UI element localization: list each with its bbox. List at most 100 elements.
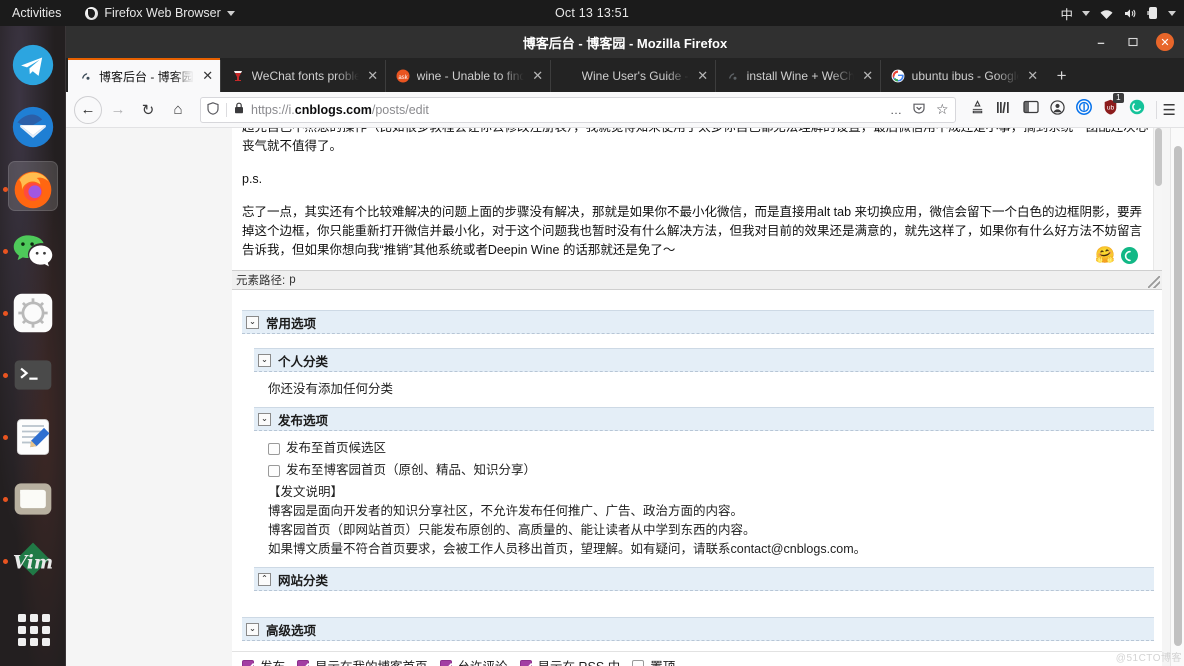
tab-close-icon[interactable]: ✕ — [1025, 68, 1041, 84]
dock-item-files[interactable] — [0, 468, 66, 530]
tab-strip: 博客后台 - 博客园 ✕ WeChat fonts proble ✕ ask w… — [66, 58, 1184, 92]
minimize-button[interactable]: – — [1092, 33, 1110, 51]
firefox-icon — [14, 171, 51, 209]
editor-scrollbar[interactable] — [1153, 128, 1162, 270]
maximize-button[interactable] — [1124, 33, 1142, 51]
tab-wine-users-guide[interactable]: Wine User's Guide - Win ✕ — [549, 60, 715, 92]
lock-icon[interactable] — [234, 102, 244, 117]
checkbox-pin-to-top[interactable] — [632, 659, 645, 666]
url-text[interactable]: https://i.cnblogs.com/posts/edit — [251, 103, 883, 117]
ublock-badge-count: 1 — [1113, 93, 1124, 103]
page-scrollbar-thumb[interactable] — [1174, 146, 1182, 646]
editor-scrollbar-thumb[interactable] — [1155, 128, 1162, 186]
section-common-options[interactable]: ⌄ 常用选项 — [242, 310, 1154, 334]
onepassword-icon[interactable] — [1075, 99, 1092, 120]
checkbox-label: 发布至博客园首页（原创、精品、知识分享） — [286, 463, 537, 477]
checkbox-cnblogs-home[interactable] — [268, 464, 280, 477]
chevron-down-icon[interactable]: ⌄ — [258, 412, 271, 426]
checkbox-row-show-on-my-blog-home[interactable]: 显示在我的博客首页 — [297, 656, 428, 666]
tab-close-icon[interactable]: ✕ — [530, 68, 546, 84]
tab-label: 博客后台 - 博客园 — [99, 69, 194, 84]
bookmark-star-icon[interactable]: ☆ — [936, 101, 949, 118]
grammarly-icon[interactable] — [1129, 99, 1145, 120]
sidebar-icon[interactable] — [1022, 100, 1039, 119]
checkbox-publish[interactable] — [242, 659, 254, 666]
chevron-up-icon[interactable]: ⌃ — [258, 572, 271, 586]
editor-resize-handle[interactable] — [1148, 276, 1160, 288]
dock-item-terminal[interactable] — [0, 344, 66, 406]
tab-wechat-fonts[interactable]: WeChat fonts proble ✕ — [219, 60, 385, 92]
checkbox-row-home-candidate[interactable]: 发布至首页候选区 — [268, 439, 1150, 458]
checkbox-row-publish[interactable]: 发布 — [242, 656, 285, 666]
chevron-down-icon[interactable]: ⌄ — [246, 315, 259, 329]
dock-item-text-editor[interactable] — [0, 406, 66, 468]
tab-install-wine-wechat[interactable]: install Wine + WeCha ✕ — [714, 60, 880, 92]
tab-label: install Wine + WeCha — [746, 69, 854, 83]
editor-paragraph-3[interactable]: 忘了一点，其实还有个比较难解决的问题上面的步骤没有解决，那就是如果你不最小化微信… — [242, 203, 1154, 260]
notice-title: 【发文说明】 — [268, 485, 344, 499]
dock-item-firefox[interactable] — [0, 158, 66, 220]
save-to-pocket-icon[interactable] — [970, 99, 985, 120]
dock-item-wechat[interactable] — [0, 220, 66, 282]
section-personal-category[interactable]: ⌄ 个人分类 — [254, 348, 1154, 372]
section-site-category[interactable]: ⌃ 网站分类 — [254, 567, 1154, 591]
thunderbird-icon — [12, 106, 53, 148]
tab-close-icon[interactable]: ✕ — [695, 68, 711, 84]
system-tray[interactable]: 中 — [1060, 4, 1176, 23]
checkbox-show-in-rss[interactable] — [519, 659, 532, 666]
gnome-top-bar: Activities Firefox Web Browser Oct 13 13… — [0, 0, 1184, 26]
running-indicator — [2, 187, 8, 192]
checkbox-row-pin-to-top[interactable]: 置顶 — [632, 656, 675, 666]
activities-button[interactable]: Activities — [0, 6, 73, 20]
apps-grid-icon — [17, 614, 50, 646]
checkbox-home-candidate[interactable] — [268, 442, 280, 455]
shield-icon[interactable] — [207, 101, 219, 118]
forward-button[interactable]: → — [104, 96, 132, 124]
url-bar[interactable]: https://i.cnblogs.com/posts/edit … ☆ — [200, 96, 956, 123]
dock-item-settings[interactable] — [0, 282, 66, 344]
editor-paragraph-1[interactable]: 超完自己不然悉的操作（比如很多教程会让你去修改注册表），我就觉得知来使用了太多你… — [242, 128, 1154, 156]
show-applications-button[interactable] — [0, 598, 66, 660]
hamburger-menu-icon[interactable]: ☰ — [1155, 100, 1176, 119]
checkbox-row-cnblogs-home[interactable]: 发布至博客园首页（原创、精品、知识分享） — [268, 461, 1150, 480]
tab-cnblogs-admin[interactable]: 博客后台 - 博客园 ✕ — [68, 58, 220, 92]
notice-line-2: 博客园首页（即网站首页）只能发布原创的、高质量的、能让读者从中学到东西的内容。 — [268, 523, 756, 537]
tab-close-icon[interactable]: ✕ — [860, 68, 876, 84]
hugging-face-emoji-icon[interactable]: 🤗 — [1095, 247, 1115, 264]
svg-text:ub: ub — [1106, 105, 1114, 112]
checkbox-allow-comments[interactable] — [439, 659, 452, 666]
page-actions-icon[interactable]: … — [890, 103, 902, 117]
tab-wine-unable-to-find[interactable]: ask wine - Unable to find ✕ — [384, 60, 550, 92]
dock-item-telegram[interactable] — [0, 34, 66, 96]
app-menu-button[interactable]: Firefox Web Browser — [85, 6, 235, 20]
section-publish-options[interactable]: ⌄ 发布选项 — [254, 407, 1154, 431]
page-scrollbar[interactable] — [1170, 128, 1184, 666]
chevron-down-icon[interactable]: ⌄ — [246, 622, 259, 636]
checkbox-row-allow-comments[interactable]: 允许评论 — [439, 656, 508, 666]
pocket-icon[interactable] — [912, 101, 926, 118]
library-icon[interactable] — [996, 100, 1012, 120]
back-button[interactable]: ← — [74, 95, 102, 124]
chevron-down-icon[interactable]: ⌄ — [258, 353, 271, 367]
dock-item-vim[interactable]: Vim — [0, 530, 66, 592]
account-icon[interactable] — [1049, 99, 1065, 120]
dock-item-thunderbird[interactable] — [0, 96, 66, 158]
tab-close-icon[interactable]: ✕ — [365, 68, 381, 84]
tab-label: WeChat fonts proble — [251, 69, 359, 83]
editor-paragraph-2[interactable]: p.s. — [242, 170, 1154, 189]
ublock-origin-icon[interactable]: ub 1 — [1103, 93, 1124, 120]
checkbox-show-on-my-blog-home[interactable] — [297, 659, 310, 666]
wine-icon — [231, 69, 246, 84]
section-advanced-options[interactable]: ⌄ 高级选项 — [242, 617, 1154, 641]
close-button[interactable]: ✕ — [1156, 33, 1174, 51]
checkbox-row-show-in-rss[interactable]: 显示在 RSS 中 — [519, 656, 620, 666]
post-content-editor[interactable]: 超完自己不然悉的操作（比如很多教程会让你去修改注册表），我就觉得知来使用了太多你… — [232, 128, 1162, 270]
tab-ubuntu-ibus-google[interactable]: ubuntu ibus - Google ✕ — [879, 60, 1045, 92]
reload-button[interactable]: ↻ — [134, 96, 162, 124]
tab-close-icon[interactable]: ✕ — [200, 68, 216, 84]
home-button[interactable]: ⌂ — [164, 96, 192, 124]
ime-indicator-label[interactable]: 中 — [1060, 4, 1073, 23]
new-tab-button[interactable]: + — [1045, 60, 1079, 92]
checkbox-label: 显示在我的博客首页 — [315, 656, 428, 666]
section-title: 网站分类 — [278, 573, 329, 588]
